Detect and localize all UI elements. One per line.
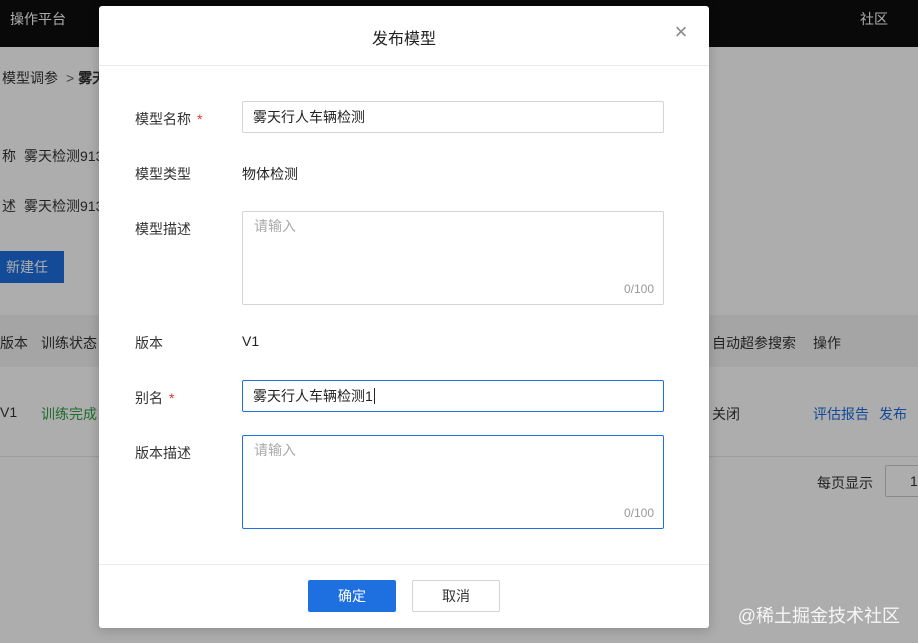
version-desc-label: 版本描述 — [135, 445, 191, 461]
alias-input-value: 雾天行人车辆检测1 — [253, 388, 373, 404]
required-mark: * — [197, 111, 203, 127]
confirm-button[interactable]: 确定 — [308, 580, 396, 612]
alias-label-text: 别名 — [135, 390, 163, 406]
watermark: @稀土掘金技术社区 — [737, 606, 900, 626]
version-label: 版本 — [135, 335, 163, 351]
model-desc-textarea[interactable]: 请输入 0/100 — [242, 211, 664, 305]
model-desc-label: 模型描述 — [135, 221, 191, 237]
model-name-label: 模型名称 * — [135, 109, 202, 129]
version-desc-textarea[interactable]: 请输入 0/100 — [242, 435, 664, 529]
close-icon[interactable]: × — [671, 21, 691, 43]
cancel-button[interactable]: 取消 — [412, 580, 500, 612]
version-desc-placeholder: 请输入 — [254, 442, 296, 458]
alias-label: 别名 * — [135, 388, 174, 408]
dialog-title: 发布模型 — [371, 31, 436, 48]
dialog-footer: 确定 取消 — [99, 564, 709, 628]
required-mark: * — [169, 390, 175, 406]
text-cursor — [373, 388, 375, 404]
model-name-input[interactable]: 雾天行人车辆检测 — [242, 101, 664, 133]
publish-model-dialog: 发布模型 × 模型名称 * 雾天行人车辆检测 模型类型 物体检测 模型描述 请输入… — [99, 6, 709, 628]
model-type-label: 模型类型 — [135, 166, 191, 182]
version-value: V1 — [242, 333, 260, 349]
model-type-value: 物体检测 — [242, 166, 298, 182]
alias-input[interactable]: 雾天行人车辆检测1 — [242, 380, 664, 412]
dialog-header: 发布模型 × — [99, 6, 709, 66]
model-desc-placeholder: 请输入 — [254, 218, 296, 234]
version-desc-char-count: 0/100 — [623, 506, 654, 520]
model-name-label-text: 模型名称 — [135, 111, 191, 127]
model-desc-char-count: 0/100 — [623, 282, 654, 296]
